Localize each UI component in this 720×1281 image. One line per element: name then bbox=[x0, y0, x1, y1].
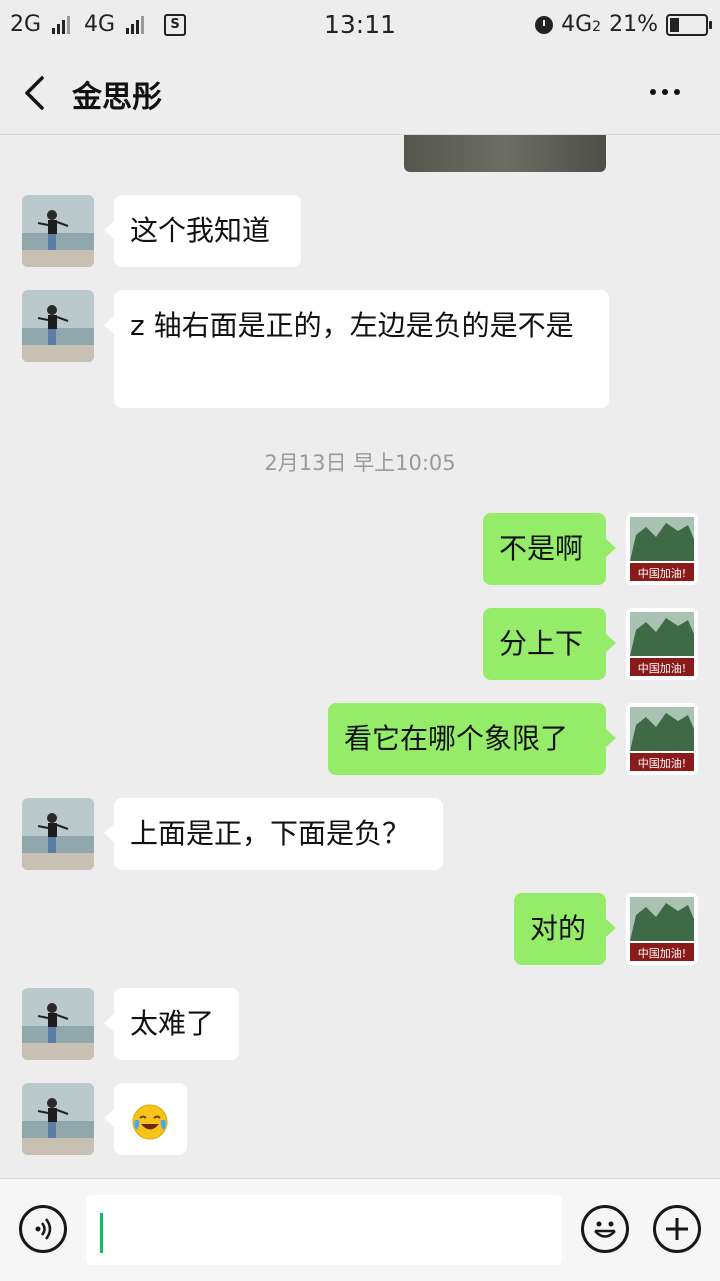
contact-avatar[interactable] bbox=[22, 798, 94, 870]
my-avatar[interactable]: 中国加油! bbox=[626, 608, 698, 680]
avatar-caption: 中国加油! bbox=[638, 566, 686, 580]
my-avatar[interactable]: 中国加油! bbox=[626, 703, 698, 775]
outgoing-message-bubble[interactable]: 对的 bbox=[514, 893, 616, 965]
incoming-message-bubble[interactable] bbox=[104, 1083, 187, 1155]
voice-icon bbox=[35, 1218, 52, 1240]
chat-input-bar bbox=[0, 1178, 720, 1281]
message-input[interactable] bbox=[86, 1195, 562, 1265]
outgoing-message-bubble[interactable]: 不是啊 bbox=[483, 513, 616, 585]
message-list[interactable]: 这个我知道 z 轴右面是正的，左边是负的是不是 2月13日 早上10:05 不是… bbox=[0, 135, 720, 1178]
battery-icon bbox=[666, 13, 712, 36]
incoming-message-bubble[interactable]: 太难了 bbox=[104, 988, 239, 1060]
battery-percent: 21% bbox=[609, 12, 658, 37]
voice-input-button[interactable] bbox=[19, 1205, 67, 1253]
contact-avatar[interactable] bbox=[22, 1083, 94, 1155]
incoming-message-bubble[interactable]: 这个我知道 bbox=[104, 195, 301, 267]
chat-header: 金思彤 bbox=[0, 50, 720, 135]
my-avatar[interactable]: 中国加油! bbox=[626, 513, 698, 585]
status-right: 4G2 21% bbox=[535, 12, 712, 37]
crying-laughing-emoji-icon bbox=[132, 1104, 168, 1140]
chat-title: 金思彤 bbox=[72, 80, 162, 115]
my-avatar[interactable]: 中国加油! bbox=[626, 893, 698, 965]
incoming-message-bubble[interactable]: 上面是正，下面是负？ bbox=[104, 798, 443, 870]
avatar-caption: 中国加油! bbox=[638, 946, 686, 960]
outgoing-message-bubble[interactable]: 分上下 bbox=[483, 608, 616, 680]
outgoing-message-bubble[interactable]: 看它在哪个象限了 bbox=[328, 703, 616, 775]
avatar-caption: 中国加油! bbox=[638, 756, 686, 770]
contact-avatar[interactable] bbox=[22, 290, 94, 362]
incoming-message-bubble[interactable]: z 轴右面是正的，左边是负的是不是 bbox=[104, 290, 609, 408]
more-options-icon[interactable] bbox=[650, 82, 690, 102]
back-arrow-icon[interactable] bbox=[22, 76, 52, 110]
avatar-caption: 中国加油! bbox=[638, 661, 686, 675]
text-cursor bbox=[100, 1213, 103, 1253]
emoji-button[interactable] bbox=[581, 1205, 629, 1253]
network-4g-label: 4G2 bbox=[561, 12, 602, 37]
image-message[interactable] bbox=[404, 135, 606, 172]
alarm-icon bbox=[535, 15, 554, 34]
smiley-icon bbox=[594, 1221, 616, 1238]
contact-avatar[interactable] bbox=[22, 195, 94, 267]
contact-avatar[interactable] bbox=[22, 988, 94, 1060]
plus-icon bbox=[666, 1218, 688, 1240]
time-divider: 2月13日 早上10:05 bbox=[264, 451, 456, 475]
status-bar: 2G 4G S 13:11 4G2 21% bbox=[0, 0, 720, 50]
more-actions-button[interactable] bbox=[653, 1205, 701, 1253]
